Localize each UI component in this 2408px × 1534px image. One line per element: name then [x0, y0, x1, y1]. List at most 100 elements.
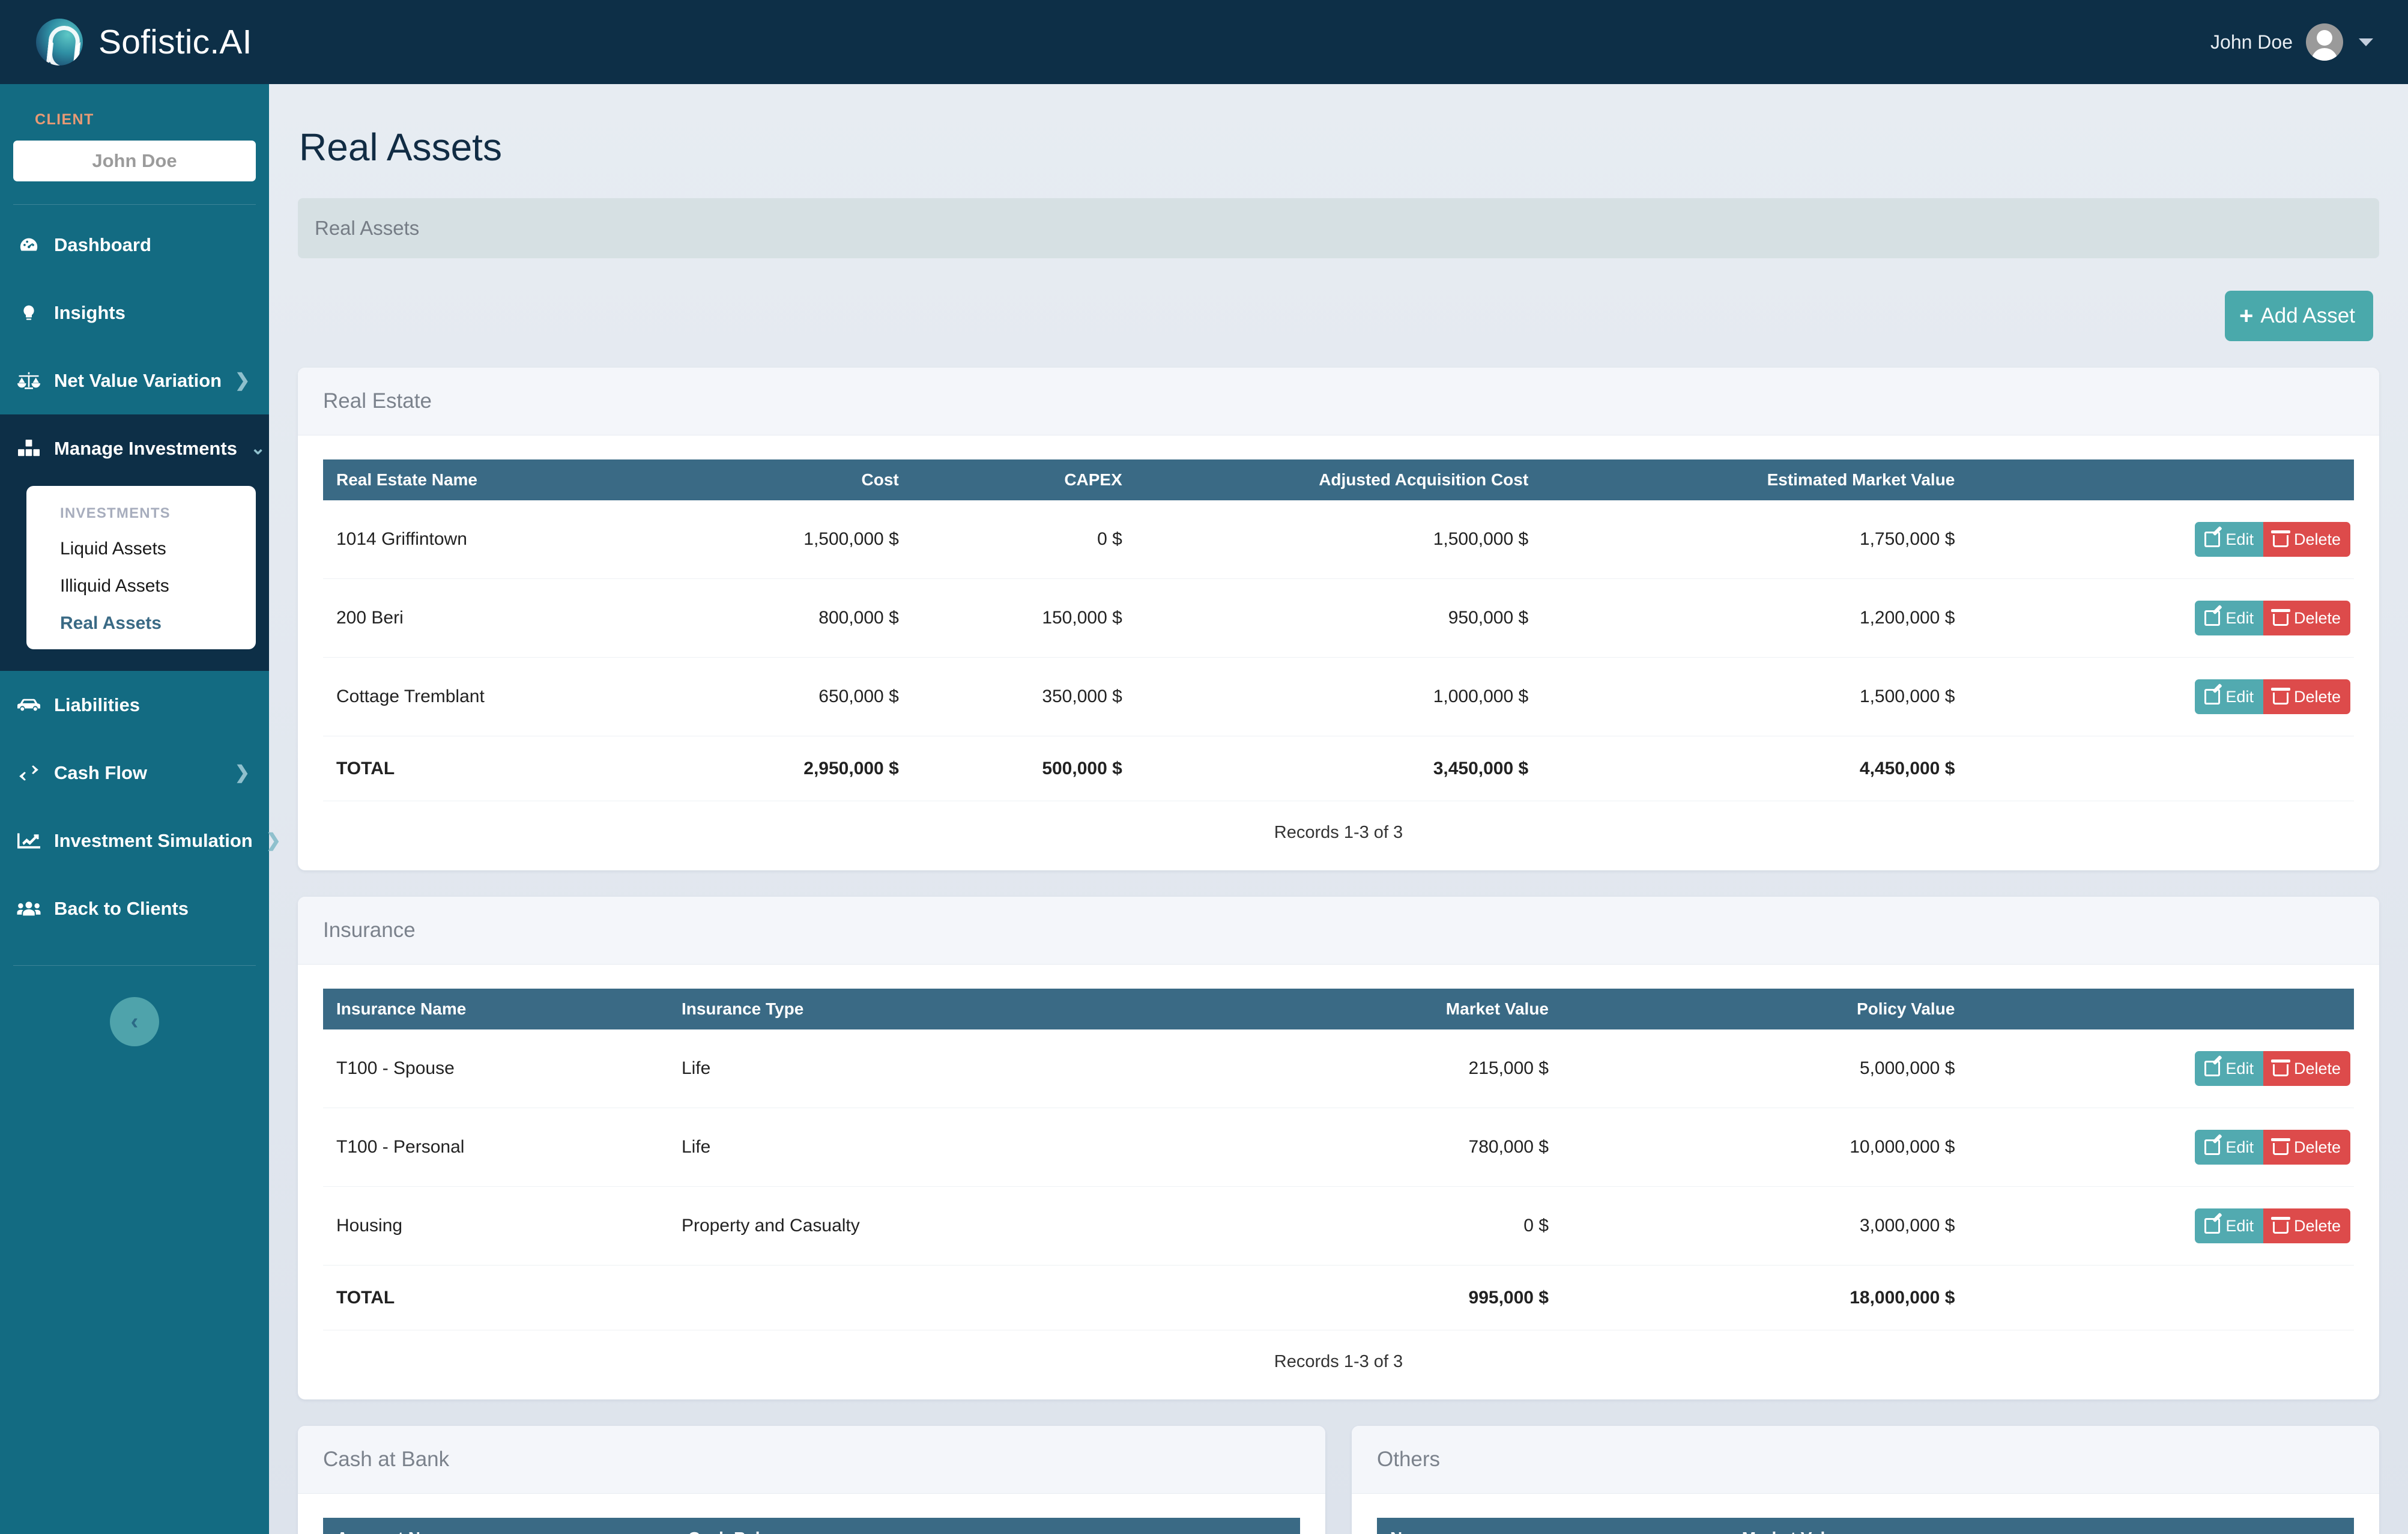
delete-button[interactable]: Delete [2263, 1051, 2350, 1086]
breadcrumb: Real Assets [298, 198, 2379, 258]
delete-button[interactable]: Delete [2263, 601, 2350, 635]
column-header-actions [948, 1518, 1300, 1534]
trash-icon [2270, 687, 2290, 705]
column-header-actions [2002, 1518, 2354, 1534]
chevron-down-icon[interactable] [2359, 38, 2373, 46]
sidebar-item-label: Investment Simulation [54, 829, 253, 851]
pencil-icon [2204, 1218, 2221, 1234]
plus-icon: + [2239, 303, 2254, 329]
sidebar-item-label: Cash Flow [54, 762, 148, 783]
sidebar-item-dashboard[interactable]: Dashboard [0, 211, 269, 279]
edit-button[interactable]: Edit [2195, 522, 2263, 557]
cell-name: Housing [323, 1186, 668, 1266]
cell-name: 1014 Griffintown [323, 500, 668, 579]
cell-policy: 10,000,000 $ [1562, 1108, 1968, 1187]
cell-market: 215,000 $ [1196, 1029, 1562, 1108]
sidebar-item-illiquid-assets[interactable]: Illiquid Assets [26, 559, 256, 596]
insurance-card-title: Insurance [298, 897, 2379, 965]
cell-total-type [668, 1265, 1197, 1330]
cell-adjusted: 1,000,000 $ [1135, 657, 1542, 736]
cash-at-bank-card-title: Cash at Bank [298, 1426, 1325, 1494]
brand[interactable]: Sofistic.AI [0, 19, 252, 65]
sidebar-item-cash-flow[interactable]: Cash Flow ❯ [0, 739, 269, 807]
column-header-policy-value[interactable]: Policy Value [1562, 989, 1968, 1029]
cell-capex: 0 $ [912, 500, 1136, 579]
cell-name: Cottage Tremblant [323, 657, 668, 736]
cell-total-market: 4,450,000 $ [1541, 736, 1968, 801]
cell-actions: Edit Delete [1968, 657, 2354, 736]
column-header-account-name[interactable]: Account Name [323, 1518, 675, 1534]
pencil-icon [2204, 1139, 2221, 1155]
sidebar-item-insights[interactable]: Insights [0, 279, 269, 347]
sidebar-chevron: ❯ [265, 831, 281, 850]
table-row: T100 - Personal Life 780,000 $ 10,000,00… [323, 1108, 2354, 1187]
cash-at-bank-card: Cash at Bank Account Name Cash Balance N… [298, 1426, 1325, 1534]
sidebar-chevron: ❯ [235, 371, 250, 390]
edit-label: Edit [2225, 687, 2254, 706]
edit-button[interactable]: Edit [2195, 1130, 2263, 1165]
cell-actions: Edit Delete [1968, 500, 2354, 579]
add-asset-button[interactable]: + Add Asset [2225, 291, 2373, 341]
pencil-icon [2204, 532, 2221, 547]
table-row: 1014 Griffintown 1,500,000 $ 0 $ 1,500,0… [323, 500, 2354, 579]
delete-button[interactable]: Delete [2263, 522, 2350, 557]
cell-total-adjusted: 3,450,000 $ [1135, 736, 1542, 801]
column-header-capex[interactable]: CAPEX [912, 459, 1136, 500]
edit-button[interactable]: Edit [2195, 601, 2263, 635]
column-header-cost[interactable]: Cost [668, 459, 912, 500]
column-header-name[interactable]: Name [1377, 1518, 1729, 1534]
cell-adjusted: 950,000 $ [1135, 578, 1542, 658]
sidebar-item-liquid-assets[interactable]: Liquid Assets [26, 522, 256, 559]
users-group-icon [17, 901, 41, 917]
delete-button[interactable]: Delete [2263, 1130, 2350, 1165]
column-header-adjusted-acquisition-cost[interactable]: Adjusted Acquisition Cost [1135, 459, 1542, 500]
column-header-cash-balance[interactable]: Cash Balance [674, 1518, 949, 1534]
sidebar-item-back-to-clients[interactable]: Back to Clients [0, 875, 269, 942]
column-header-market-value[interactable]: Market Value [1196, 989, 1562, 1029]
user-avatar-icon [2306, 23, 2343, 61]
others-card: Others Name Market Value Boat [1352, 1426, 2379, 1534]
chevron-down-icon: ⌄ [250, 438, 266, 458]
delete-button[interactable]: Delete [2263, 679, 2350, 714]
client-selector[interactable]: John Doe [13, 141, 256, 181]
sidebar-item-manage-investments[interactable]: Manage Investments ⌄ [0, 414, 269, 482]
cell-total-capex: 500,000 $ [912, 736, 1136, 801]
trash-icon [2270, 1059, 2290, 1076]
cell-market: 1,200,000 $ [1541, 578, 1968, 658]
column-header-market-value[interactable]: Market Value [1728, 1518, 2003, 1534]
column-header-estimated-market-value[interactable]: Estimated Market Value [1541, 459, 1968, 500]
records-count: Records 1-3 of 3 [1274, 1352, 1403, 1371]
cell-type: Life [668, 1029, 1197, 1108]
sidebar-collapse-button[interactable]: ‹ [110, 997, 159, 1046]
delete-button[interactable]: Delete [2263, 1208, 2350, 1243]
edit-button[interactable]: Edit [2195, 1208, 2263, 1243]
table-row: 200 Beri 800,000 $ 150,000 $ 950,000 $ 1… [323, 578, 2354, 658]
sidebar-item-liabilities[interactable]: Liabilities [0, 671, 269, 739]
edit-label: Edit [2225, 608, 2254, 627]
cell-market: 1,750,000 $ [1541, 500, 1968, 579]
column-header-insurance-type[interactable]: Insurance Type [668, 989, 1197, 1029]
boxes-icon [17, 439, 41, 458]
cell-total-market: 995,000 $ [1196, 1265, 1562, 1330]
sidebar-item-investment-simulation[interactable]: Investment Simulation ❯ [0, 807, 281, 875]
edit-button[interactable]: Edit [2195, 679, 2263, 714]
cell-total-actions [1968, 1265, 2354, 1330]
cell-total-actions [1968, 736, 2354, 801]
edit-button[interactable]: Edit [2195, 1051, 2263, 1086]
column-header-insurance-name[interactable]: Insurance Name [323, 989, 668, 1029]
page-title: Real Assets [299, 126, 502, 169]
cell-type: Life [668, 1108, 1197, 1187]
sidebar-item-net-value-variation[interactable]: Net Value Variation ❯ [0, 347, 269, 414]
sidebar-item-label: Net Value Variation [54, 369, 222, 391]
cell-total-policy: 18,000,000 $ [1562, 1265, 1968, 1330]
sidebar-item-real-assets[interactable]: Real Assets [26, 596, 256, 634]
user-menu[interactable]: John Doe [2210, 23, 2408, 61]
insurance-card: Insurance Insurance Name Insurance Type … [298, 897, 2379, 1399]
column-header-real-estate-name[interactable]: Real Estate Name [323, 459, 668, 500]
cell-total-label: TOTAL [323, 1265, 668, 1330]
real-estate-card-title: Real Estate [298, 368, 2379, 435]
edit-label: Edit [2225, 530, 2254, 548]
sidebar-chevron: ❯ [234, 763, 250, 783]
cell-actions: Edit Delete [1968, 1186, 2354, 1266]
chevron-left-icon: ‹ [130, 1008, 139, 1034]
